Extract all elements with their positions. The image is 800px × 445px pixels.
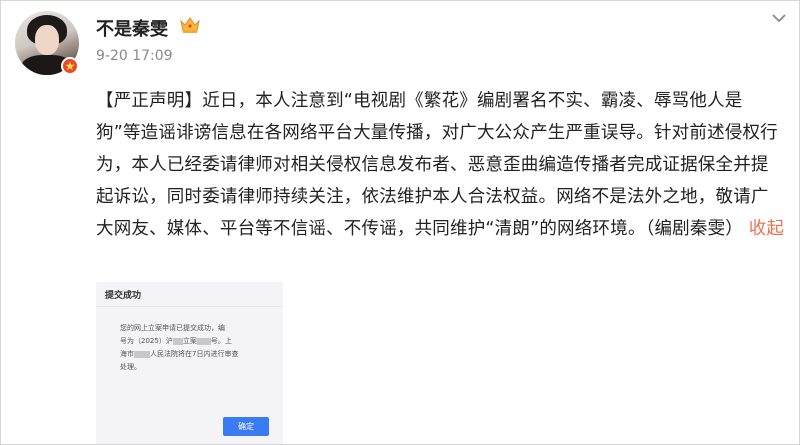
screenshot-line-2a: 号为（2025）沪 xyxy=(120,337,173,345)
post-body: 【严正声明】近日，本人注意到“电视剧《繁花》编剧署名不实、霸凌、辱骂他人是狗”等… xyxy=(96,91,778,239)
redacted-block xyxy=(134,350,150,358)
avatar[interactable] xyxy=(15,11,79,75)
screenshot-line-1: 您的网上立案申请已提交成功，编 xyxy=(120,324,225,332)
screenshot-line-3a: 海市 xyxy=(120,350,134,358)
redacted-block xyxy=(172,337,183,345)
chevron-down-icon[interactable] xyxy=(771,9,787,28)
screenshot-line-2b: 立案 xyxy=(182,337,197,345)
screenshot-title: 提交成功 xyxy=(105,291,142,301)
post-text: 【严正声明】近日，本人注意到“电视剧《繁花》编剧署名不实、霸凌、辱骂他人是狗”等… xyxy=(96,85,786,245)
screenshot-message: 您的网上立案申请已提交成功，编 号为（2025）沪 立案 号。上 海市 人民法院将在7… xyxy=(120,322,270,374)
divider xyxy=(96,306,283,307)
screenshot-line-2c: 号。上 xyxy=(210,337,232,345)
collapse-link[interactable]: 收起 xyxy=(749,219,784,239)
confirm-button: 确定 xyxy=(223,417,269,436)
attached-screenshot[interactable]: 提交成功 您的网上立案申请已提交成功，编 号为（2025）沪 立案 号。上 海市 人民… xyxy=(96,282,283,444)
verified-badge-icon xyxy=(61,57,79,75)
weibo-post-card: 不是秦雯 9-20 17:09 【严正声明】近日，本人注意到“电视剧《繁花》编剧… xyxy=(0,0,800,445)
screenshot-line-4: 处理。 xyxy=(120,363,141,371)
redacted-block xyxy=(196,337,211,345)
screenshot-line-3b: 人民法院将在7日内进行审查 xyxy=(150,350,239,358)
user-name[interactable]: 不是秦雯 xyxy=(96,15,168,41)
crown-icon[interactable] xyxy=(179,15,201,39)
post-timestamp[interactable]: 9-20 17:09 xyxy=(96,48,173,64)
